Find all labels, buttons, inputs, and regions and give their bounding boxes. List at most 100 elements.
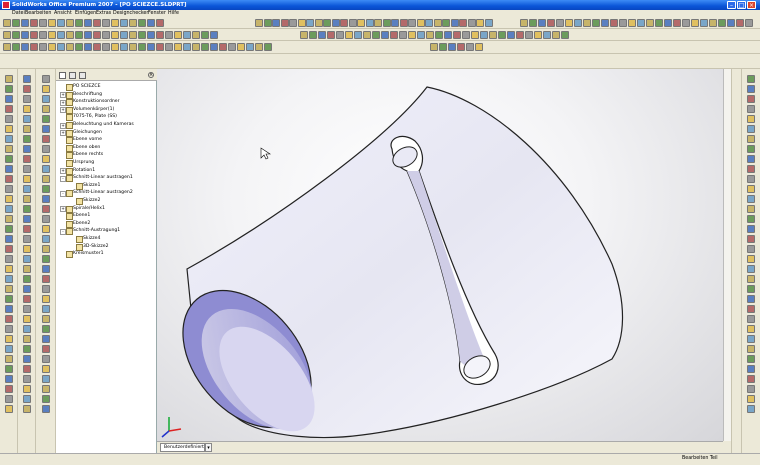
toolbar-button-icon[interactable]: [5, 295, 13, 303]
toolbar-button-icon[interactable]: [219, 43, 227, 51]
toolbar-button-icon[interactable]: [21, 31, 29, 39]
toolbar-button-icon[interactable]: [42, 155, 50, 163]
toolbar-button-icon[interactable]: [23, 335, 31, 343]
toolbar-button-icon[interactable]: [237, 43, 245, 51]
toolbar-button-icon[interactable]: [42, 115, 50, 123]
toolbar-button-icon[interactable]: [467, 19, 476, 27]
toolbar-button-icon[interactable]: [5, 125, 13, 133]
toolbar-button-icon[interactable]: [23, 115, 31, 123]
toolbar-button-icon[interactable]: [23, 225, 31, 233]
toolbar-button-icon[interactable]: [5, 265, 13, 273]
toolbar-button-icon[interactable]: [5, 285, 13, 293]
toolbar-button-icon[interactable]: [425, 19, 433, 27]
toolbar-button-icon[interactable]: [5, 205, 13, 213]
toolbar-button-icon[interactable]: [747, 215, 755, 223]
toolbar-button-icon[interactable]: [5, 395, 13, 403]
toolbar-button-icon[interactable]: [736, 19, 744, 27]
toolbar-button-icon[interactable]: [93, 31, 101, 39]
toolbar-button-icon[interactable]: [543, 31, 551, 39]
toolbar-button-icon[interactable]: [23, 205, 31, 213]
toolbar-button-icon[interactable]: [610, 19, 618, 27]
toolbar-button-icon[interactable]: [111, 19, 119, 27]
toolbar-button-icon[interactable]: [138, 43, 146, 51]
toolbar-button-icon[interactable]: [23, 345, 31, 353]
toolbar-button-icon[interactable]: [84, 31, 92, 39]
toolbar-button-icon[interactable]: [747, 245, 755, 253]
toolbar-button-icon[interactable]: [747, 375, 755, 383]
toolbar-button-icon[interactable]: [42, 185, 50, 193]
toolbar-button-icon[interactable]: [138, 31, 146, 39]
toolbar-button-icon[interactable]: [628, 19, 636, 27]
menu-extras[interactable]: Extras: [96, 10, 111, 17]
toolbar-button-icon[interactable]: [363, 31, 371, 39]
menu-bearbeiten[interactable]: Bearbeiten: [25, 10, 51, 17]
toolbar-button-icon[interactable]: [42, 365, 50, 373]
toolbar-button-icon[interactable]: [457, 43, 465, 51]
toolbar-button-icon[interactable]: [210, 31, 218, 39]
toolbar-button-icon[interactable]: [5, 75, 13, 83]
toolbar-button-icon[interactable]: [747, 145, 755, 153]
toolbar-button-icon[interactable]: [357, 19, 365, 27]
toolbar-button-icon[interactable]: [747, 325, 755, 333]
graphics-area[interactable]: [157, 69, 723, 441]
toolbar-button-icon[interactable]: [42, 405, 50, 413]
toolbar-button-icon[interactable]: [23, 175, 31, 183]
toolbar-button-icon[interactable]: [314, 19, 323, 27]
toolbar-button-icon[interactable]: [484, 19, 493, 27]
toolbar-button-icon[interactable]: [75, 19, 83, 27]
toolbar-button-icon[interactable]: [23, 75, 31, 83]
toolbar-button-icon[interactable]: [5, 345, 13, 353]
toolbar-button-icon[interactable]: [466, 43, 474, 51]
toolbar-button-icon[interactable]: [156, 19, 164, 27]
toolbar-button-icon[interactable]: [23, 405, 31, 413]
toolbar-button-icon[interactable]: [48, 19, 56, 27]
toolbar-button-icon[interactable]: [5, 235, 13, 243]
close-pane-icon[interactable]: ×: [148, 72, 154, 78]
toolbar-button-icon[interactable]: [42, 385, 50, 393]
toolbar-button-icon[interactable]: [747, 205, 755, 213]
toolbar-button-icon[interactable]: [42, 135, 50, 143]
toolbar-button-icon[interactable]: [747, 115, 755, 123]
toolbar-button-icon[interactable]: [529, 19, 537, 27]
toolbar-button-icon[interactable]: [42, 105, 50, 113]
toolbar-button-icon[interactable]: [183, 31, 191, 39]
feature-manager-tab-icon[interactable]: [59, 72, 66, 79]
toolbar-button-icon[interactable]: [399, 19, 408, 27]
toolbar-button-icon[interactable]: [280, 19, 289, 27]
toolbar-button-icon[interactable]: [23, 95, 31, 103]
toolbar-button-icon[interactable]: [309, 31, 317, 39]
toolbar-button-icon[interactable]: [289, 19, 297, 27]
property-manager-tab-icon[interactable]: [69, 72, 76, 79]
toolbar-button-icon[interactable]: [5, 355, 13, 363]
toolbar-button-icon[interactable]: [111, 43, 119, 51]
toolbar-button-icon[interactable]: [75, 43, 83, 51]
toolbar-button-icon[interactable]: [747, 185, 755, 193]
toolbar-button-icon[interactable]: [120, 31, 128, 39]
toolbar-button-icon[interactable]: [552, 31, 560, 39]
toolbar-button-icon[interactable]: [129, 19, 137, 27]
toolbar-button-icon[interactable]: [340, 19, 348, 27]
toolbar-button-icon[interactable]: [520, 19, 528, 27]
toolbar-button-icon[interactable]: [39, 19, 47, 27]
toolbar-button-icon[interactable]: [3, 31, 11, 39]
toolbar-button-icon[interactable]: [84, 19, 92, 27]
toolbar-button-icon[interactable]: [147, 31, 155, 39]
toolbar-button-icon[interactable]: [23, 365, 31, 373]
toolbar-button-icon[interactable]: [5, 105, 13, 113]
menu-einfuegen[interactable]: Einfügen: [75, 10, 96, 17]
toolbar-button-icon[interactable]: [23, 235, 31, 243]
toolbar-button-icon[interactable]: [5, 335, 13, 343]
toolbar-button-icon[interactable]: [5, 215, 13, 223]
toolbar-button-icon[interactable]: [23, 195, 31, 203]
toolbar-button-icon[interactable]: [556, 19, 564, 27]
toolbar-button-icon[interactable]: [23, 135, 31, 143]
toolbar-button-icon[interactable]: [700, 19, 708, 27]
toolbar-button-icon[interactable]: [12, 19, 20, 27]
toolbar-button-icon[interactable]: [66, 19, 74, 27]
toolbar-button-icon[interactable]: [565, 19, 573, 27]
toolbar-button-icon[interactable]: [42, 85, 50, 93]
toolbar-button-icon[interactable]: [23, 145, 31, 153]
toolbar-button-icon[interactable]: [408, 31, 416, 39]
toolbar-button-icon[interactable]: [444, 31, 452, 39]
toolbar-button-icon[interactable]: [42, 215, 50, 223]
